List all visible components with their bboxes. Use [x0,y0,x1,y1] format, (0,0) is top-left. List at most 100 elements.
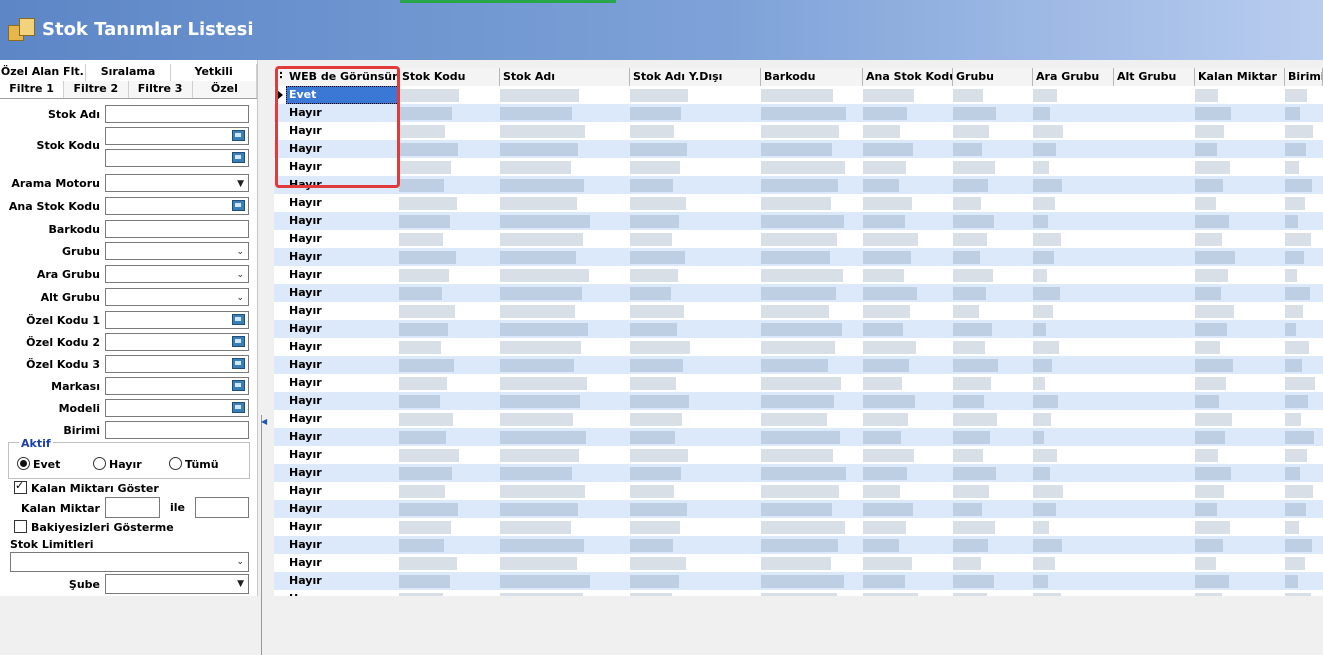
web-de-gorunsun-cell[interactable]: Hayır [286,212,399,230]
table-row[interactable]: Hayır [274,230,1323,248]
table-row[interactable]: Hayır [274,320,1323,338]
lookup-icon[interactable] [232,130,245,141]
table-row[interactable]: Hayır [274,536,1323,554]
table-row[interactable]: Hayır [274,212,1323,230]
stok-kodu-input-2[interactable] [105,149,249,167]
lookup-icon[interactable] [232,336,245,347]
tab-siralama[interactable]: Sıralama [86,64,172,81]
web-de-gorunsun-cell[interactable]: Hayır [286,482,399,500]
web-de-gorunsun-cell[interactable]: Hayır [286,518,399,536]
web-de-gorunsun-cell[interactable]: Hayır [286,302,399,320]
web-de-gorunsun-cell[interactable]: Hayır [286,248,399,266]
table-row[interactable]: Hayır [274,104,1323,122]
col-barkodu[interactable]: Barkodu [761,68,863,86]
web-de-gorunsun-cell[interactable]: Hayır [286,374,399,392]
radio-evet[interactable]: Evet [17,457,60,471]
web-de-gorunsun-cell[interactable]: Hayır [286,194,399,212]
col-ana-stok-kodu[interactable]: Ana Stok Kodu [863,68,953,86]
col-stok-adi[interactable]: Stok Adı [500,68,630,86]
table-row[interactable]: Hayır [274,122,1323,140]
table-row[interactable]: Hayır [274,446,1323,464]
arama-motoru-select[interactable]: ▼ [105,174,249,192]
web-de-gorunsun-cell[interactable]: Hayır [286,428,399,446]
web-de-gorunsun-cell[interactable]: Hayır [286,410,399,428]
splitter-bar[interactable] [261,415,267,655]
table-row[interactable]: Hayır [274,176,1323,194]
col-kalan-miktar[interactable]: Kalan Miktar [1195,68,1285,86]
table-row[interactable]: Hayır [274,374,1323,392]
radio-tumu[interactable]: Tümü [169,457,219,471]
markasi-input[interactable] [105,377,249,395]
table-row[interactable]: Hayır [274,338,1323,356]
table-row[interactable]: Hayır [274,356,1323,374]
web-de-gorunsun-cell[interactable]: Hayır [286,590,399,596]
col-ara-grubu[interactable]: Ara Grubu [1033,68,1114,86]
birimi-input[interactable] [105,421,249,439]
ozel-kodu-2-input[interactable] [105,333,249,351]
ozel-kodu-3-input[interactable] [105,355,249,373]
table-row[interactable]: Hayır [274,464,1323,482]
tab-filtre-2[interactable]: Filtre 2 [64,81,129,98]
table-row[interactable]: Hayır [274,428,1323,446]
table-row[interactable]: Hayır [274,140,1323,158]
bakiyesizleri-gosterme-checkbox[interactable]: Bakiyesizleri Gösterme [14,520,174,534]
stok-limitleri-select[interactable]: ⌄ [10,552,249,572]
col-stok-kodu[interactable]: Stok Kodu [399,68,500,86]
tab-filtre-3[interactable]: Filtre 3 [129,81,193,98]
table-row[interactable]: Hayır [274,482,1323,500]
col-alt-grubu[interactable]: Alt Grubu [1114,68,1195,86]
grubu-select[interactable]: ⌄ [105,242,249,260]
ana-stok-kodu-input[interactable] [105,197,249,215]
ozel-kodu-1-input[interactable] [105,311,249,329]
web-de-gorunsun-cell[interactable]: Hayır [286,572,399,590]
table-row[interactable]: Hayır [274,266,1323,284]
radio-hayir[interactable]: Hayır [93,457,142,471]
lookup-icon[interactable] [232,152,245,163]
table-row[interactable]: Hayır [274,158,1323,176]
sube-select[interactable]: ▼ [105,574,249,594]
modeli-input[interactable] [105,399,249,417]
panel-splitter[interactable]: ◀ [258,60,272,655]
table-row[interactable]: Hayır [274,590,1323,596]
kalan-miktari-goster-checkbox[interactable]: Kalan Miktarı Göster [14,479,159,495]
table-row[interactable]: Hayır [274,518,1323,536]
lookup-icon[interactable] [232,358,245,369]
web-de-gorunsun-cell[interactable]: Hayır [286,392,399,410]
tab-filtre-1[interactable]: Filtre 1 [0,81,65,98]
tab-ozel-alan-flt[interactable]: Özel Alan Flt. [0,64,86,81]
ara-grubu-select[interactable]: ⌄ [105,265,249,283]
web-de-gorunsun-cell[interactable]: Hayır [286,338,399,356]
tab-ozel[interactable]: Özel [193,81,257,98]
table-row[interactable]: Hayır [274,554,1323,572]
stok-adi-input[interactable] [105,105,249,123]
lookup-icon[interactable] [232,200,245,211]
kalan-miktar-min-input[interactable] [105,497,160,518]
web-de-gorunsun-cell[interactable]: Hayır [286,536,399,554]
table-row[interactable]: Hayır [274,302,1323,320]
web-de-gorunsun-cell[interactable]: Hayır [286,500,399,518]
kalan-miktar-max-input[interactable] [195,497,249,518]
web-de-gorunsun-cell[interactable]: Hayır [286,446,399,464]
table-row[interactable]: Hayır [274,572,1323,590]
web-de-gorunsun-cell[interactable]: Hayır [286,284,399,302]
web-de-gorunsun-cell[interactable]: Hayır [286,356,399,374]
table-row[interactable]: Hayır [274,410,1323,428]
table-row[interactable]: Hayır [274,392,1323,410]
web-de-gorunsun-cell[interactable]: Hayır [286,464,399,482]
collapse-arrow-icon[interactable]: ◀ [261,417,267,426]
web-de-gorunsun-cell[interactable]: Hayır [286,554,399,572]
col-birimi[interactable]: Birimi [1285,68,1323,86]
web-de-gorunsun-cell[interactable]: Hayır [286,320,399,338]
alt-grubu-select[interactable]: ⌄ [105,288,249,306]
barkodu-input[interactable] [105,220,249,238]
web-de-gorunsun-cell[interactable]: Hayır [286,230,399,248]
col-stok-adi-y-disi[interactable]: Stok Adı Y.Dışı [630,68,761,86]
table-row[interactable]: Evet [274,86,1323,104]
web-de-gorunsun-cell[interactable]: Hayır [286,266,399,284]
table-row[interactable]: Hayır [274,248,1323,266]
table-row[interactable]: Hayır [274,284,1323,302]
stok-kodu-input-1[interactable] [105,127,249,145]
col-grubu[interactable]: Grubu [953,68,1033,86]
lookup-icon[interactable] [232,402,245,413]
table-row[interactable]: Hayır [274,500,1323,518]
